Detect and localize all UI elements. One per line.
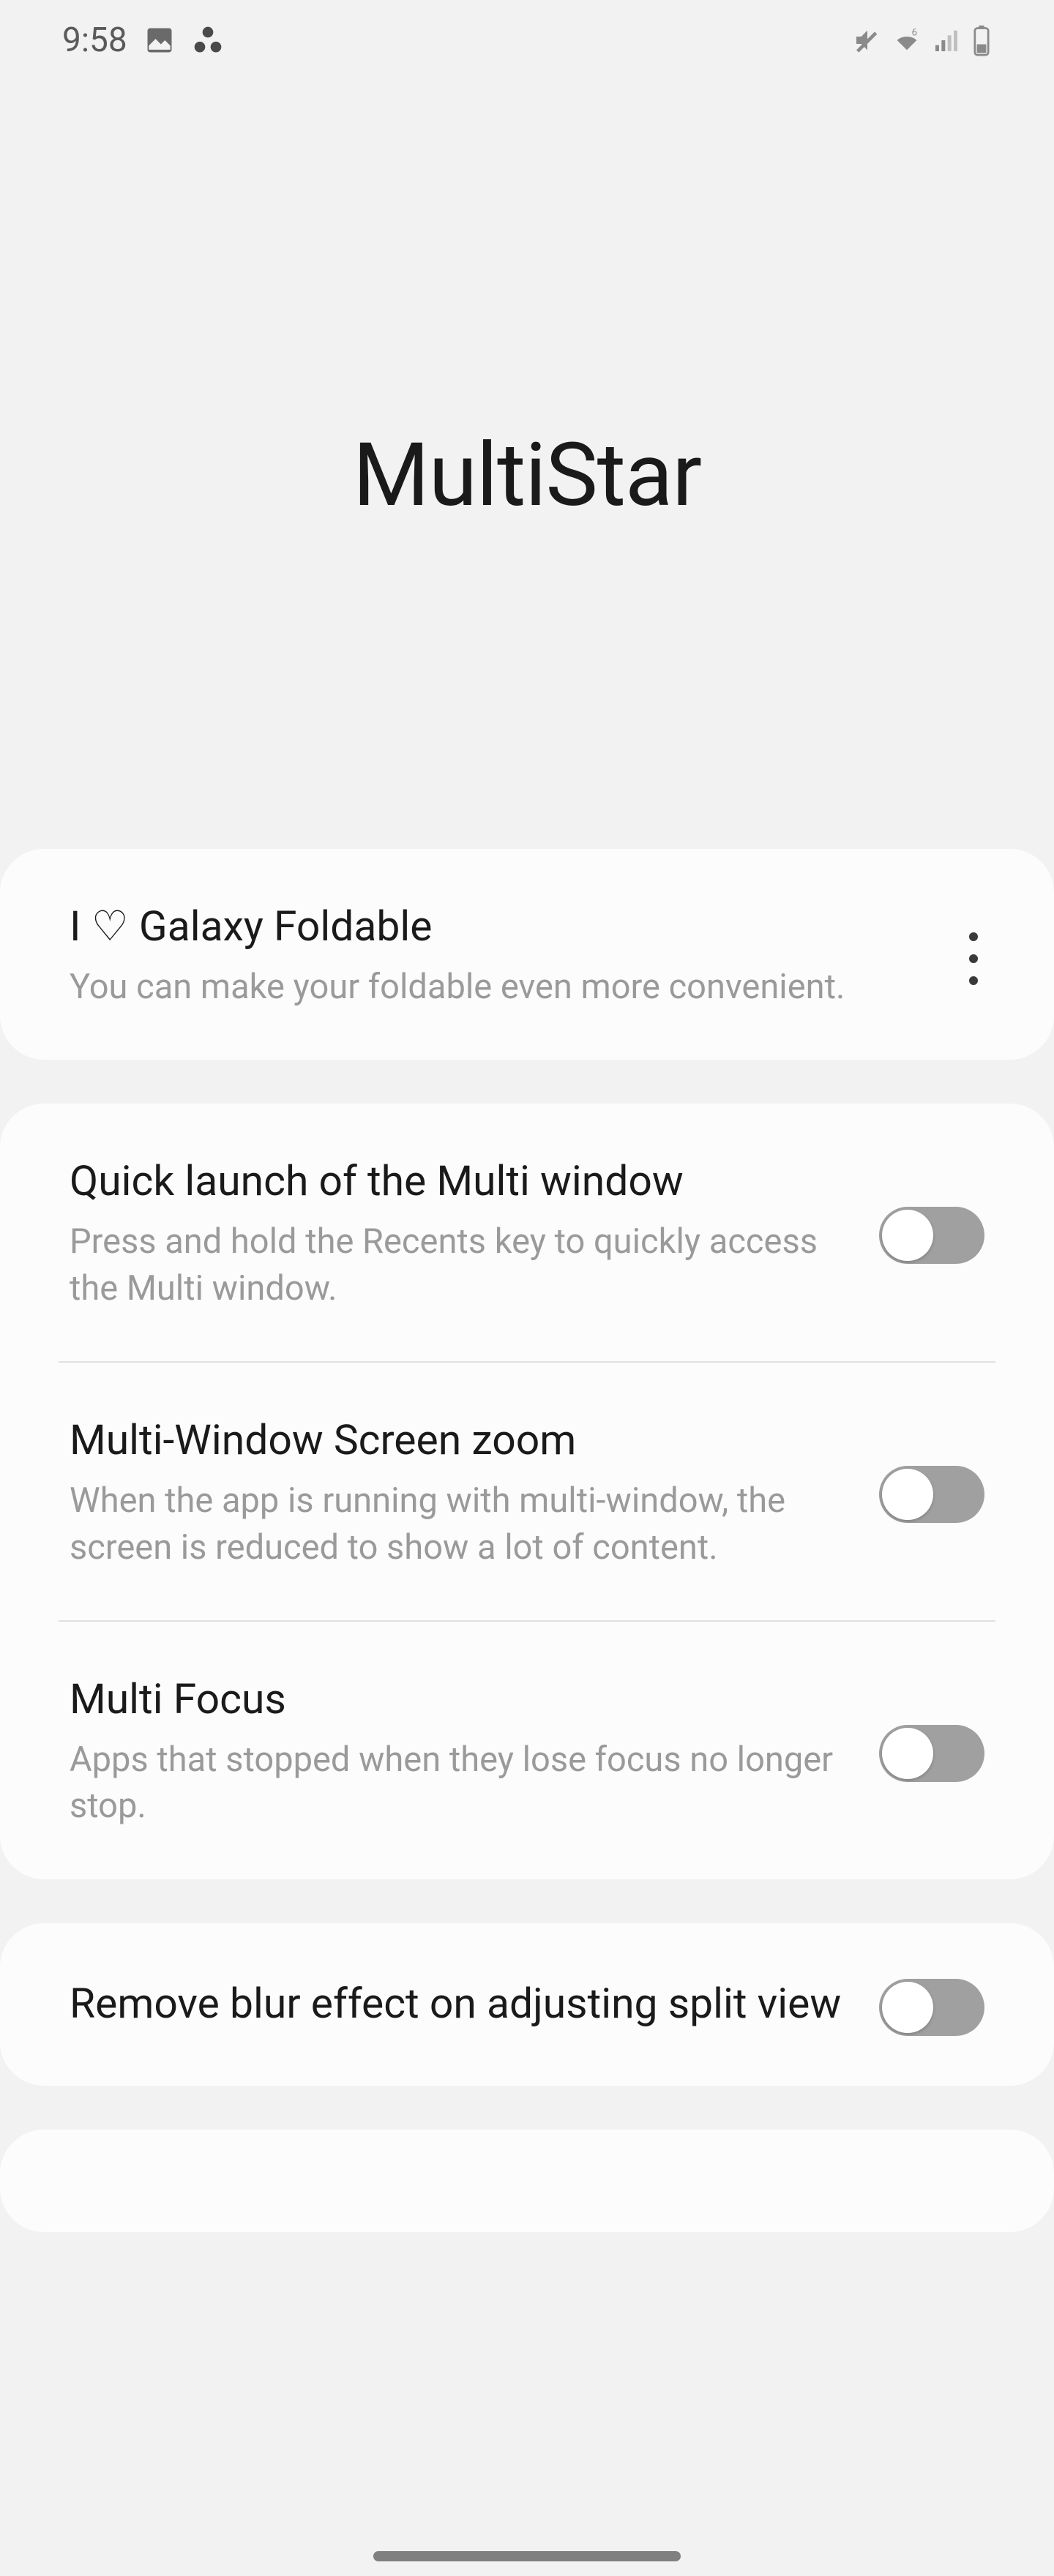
app-icon	[192, 24, 224, 56]
remove-blur-item[interactable]: Remove blur effect on adjusting split vi…	[0, 1923, 1054, 2086]
quick-launch-item[interactable]: Quick launch of the Multi window Press a…	[0, 1104, 1054, 1361]
wifi-icon: 6	[892, 26, 922, 55]
nav-handle[interactable]	[373, 2551, 681, 2561]
signal-icon	[932, 26, 961, 55]
quick-launch-toggle[interactable]	[879, 1207, 984, 1264]
screen-zoom-toggle[interactable]	[879, 1466, 984, 1523]
more-options-icon	[969, 954, 978, 963]
status-bar: 9:58 6	[0, 0, 1054, 80]
status-time: 9:58	[62, 20, 127, 60]
screen-zoom-text: Multi-Window Screen zoom When the app is…	[70, 1412, 879, 1570]
quick-launch-title: Quick launch of the Multi window	[70, 1153, 850, 1210]
blur-card: Remove blur effect on adjusting split vi…	[0, 1923, 1054, 2086]
more-options-icon	[969, 932, 978, 941]
page-title: MultiStar	[353, 424, 701, 527]
screen-zoom-title: Multi-Window Screen zoom	[70, 1412, 850, 1469]
more-options-icon	[969, 976, 978, 985]
remove-blur-toggle[interactable]	[879, 1979, 984, 2036]
multi-focus-desc: Apps that stopped when they lose focus n…	[70, 1737, 850, 1830]
quick-launch-desc: Press and hold the Recents key to quickl…	[70, 1218, 850, 1311]
screen-zoom-item[interactable]: Multi-Window Screen zoom When the app is…	[0, 1363, 1054, 1620]
multi-focus-title: Multi Focus	[70, 1671, 850, 1728]
more-options-button[interactable]	[952, 915, 995, 1003]
toggle-knob	[882, 1982, 933, 2033]
mute-icon	[853, 26, 882, 55]
foldable-text: I ♡ Galaxy Foldable You can make your fo…	[70, 899, 984, 1010]
remove-blur-title: Remove blur effect on adjusting split vi…	[70, 1976, 850, 2032]
toggle-knob	[882, 1210, 933, 1261]
status-left: 9:58	[62, 20, 224, 60]
multi-focus-item[interactable]: Multi Focus Apps that stopped when they …	[0, 1622, 1054, 1879]
foldable-desc: You can make your foldable even more con…	[70, 964, 955, 1010]
settings-content: I ♡ Galaxy Foldable You can make your fo…	[0, 849, 1054, 2232]
partial-item[interactable]	[0, 2130, 1054, 2179]
multi-focus-text: Multi Focus Apps that stopped when they …	[70, 1671, 879, 1830]
partial-card	[0, 2130, 1054, 2232]
foldable-card: I ♡ Galaxy Foldable You can make your fo…	[0, 849, 1054, 1060]
gallery-icon	[143, 24, 176, 56]
battery-icon	[971, 24, 992, 56]
remove-blur-text: Remove blur effect on adjusting split vi…	[70, 1976, 879, 2032]
quick-launch-text: Quick launch of the Multi window Press a…	[70, 1153, 879, 1311]
status-right: 6	[853, 24, 992, 56]
svg-text:6: 6	[912, 27, 918, 38]
toggle-knob	[882, 1469, 933, 1520]
foldable-item[interactable]: I ♡ Galaxy Foldable You can make your fo…	[0, 849, 1054, 1060]
foldable-title: I ♡ Galaxy Foldable	[70, 899, 955, 955]
screen-zoom-desc: When the app is running with multi-windo…	[70, 1478, 850, 1570]
multiwindow-card: Quick launch of the Multi window Press a…	[0, 1104, 1054, 1879]
header-area: MultiStar	[0, 80, 1054, 637]
multi-focus-toggle[interactable]	[879, 1725, 984, 1782]
toggle-knob	[882, 1728, 933, 1779]
